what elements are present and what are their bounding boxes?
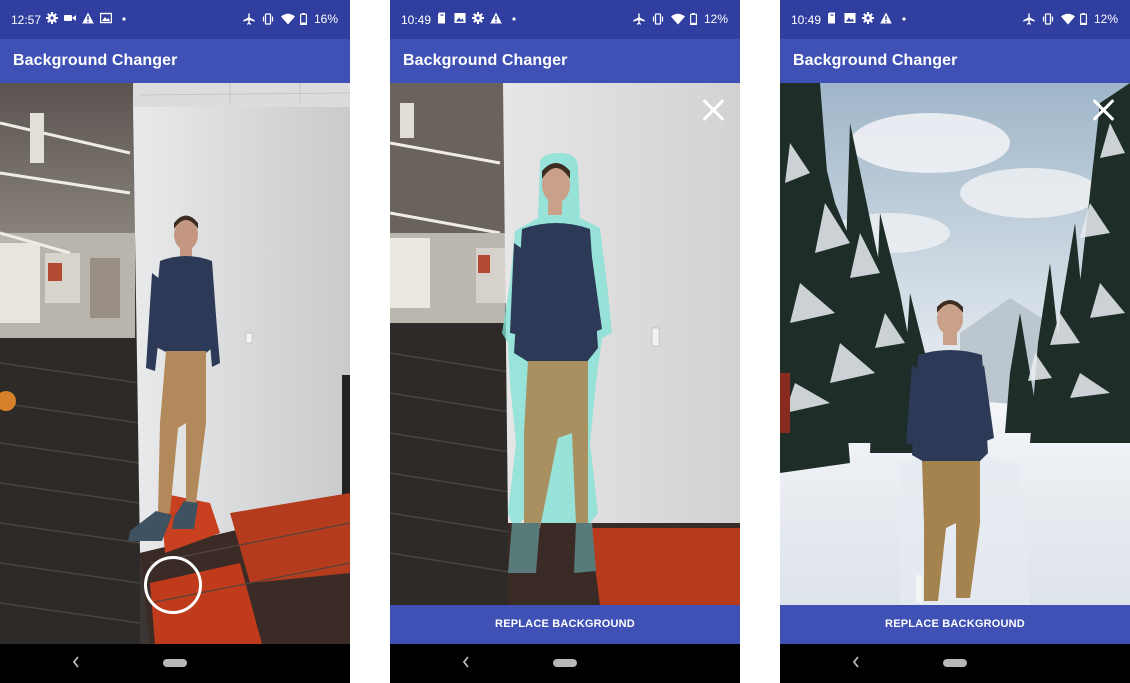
back-icon[interactable] [460,654,472,670]
app-title: Background Changer [793,52,958,69]
phone-screen-camera: 12:57 16% Background Changer [0,0,350,683]
segmented-photo-image [390,83,740,605]
home-pill-icon[interactable] [553,659,577,667]
battery-icon [690,13,697,25]
vibrate-icon [262,13,274,25]
dot-icon [118,12,130,24]
replace-background-button[interactable]: REPLACE BACKGROUND [780,605,1130,644]
status-time: 10:49 [401,13,432,27]
image-icon [844,12,856,24]
home-pill-icon[interactable] [943,659,967,667]
video-camera-icon [64,12,76,24]
settings-icon [862,12,874,24]
close-icon[interactable] [698,95,728,125]
image-icon [454,12,466,24]
app-bar: Background Changer [0,39,350,83]
navigation-bar [0,644,350,683]
dot-icon [898,12,910,24]
wifi-icon [670,13,685,25]
battery-level: 12% [1093,12,1118,26]
snow-forest-image [780,83,1130,605]
vibrate-icon [1042,13,1054,25]
phone-screen-replaced: 10:49 12% Background Changer REPLACE BAC… [780,0,1130,683]
warning-icon [880,12,892,24]
status-time: 12:57 [11,13,42,27]
sim-icon [436,12,448,24]
status-bar: 10:49 12% [780,0,1130,39]
shutter-button[interactable] [144,556,202,614]
phone-screen-segmentation: 10:49 12% Background Changer REPLACE BAC… [390,0,740,683]
navigation-bar [390,644,740,683]
app-bar: Background Changer [390,39,740,83]
wifi-icon [1060,13,1075,25]
warning-icon [82,12,94,24]
replaced-background-preview [780,83,1130,605]
vibrate-icon [652,13,664,25]
gallery-icon [100,12,112,24]
airplane-icon [1023,13,1035,25]
battery-level: 12% [703,12,728,26]
segmentation-preview [390,83,740,605]
home-pill-icon[interactable] [163,659,187,667]
battery-level: 16% [313,12,338,26]
status-bar: 12:57 16% [0,0,350,39]
replace-background-button[interactable]: REPLACE BACKGROUND [390,605,740,644]
warning-icon [490,12,502,24]
wifi-icon [280,13,295,25]
close-icon[interactable] [1088,95,1118,125]
battery-icon [300,13,307,25]
airplane-icon [633,13,645,25]
back-icon[interactable] [850,654,862,670]
status-bar: 10:49 12% [390,0,740,39]
battery-icon [1080,13,1087,25]
app-title: Background Changer [403,52,568,69]
settings-icon [46,12,58,24]
status-time: 10:49 [791,13,822,27]
airplane-icon [243,13,255,25]
back-icon[interactable] [70,654,82,670]
sim-icon [826,12,838,24]
camera-preview [0,83,350,644]
settings-icon [472,12,484,24]
dot-icon [508,12,520,24]
app-title: Background Changer [13,52,178,69]
navigation-bar [780,644,1130,683]
app-bar: Background Changer [780,39,1130,83]
